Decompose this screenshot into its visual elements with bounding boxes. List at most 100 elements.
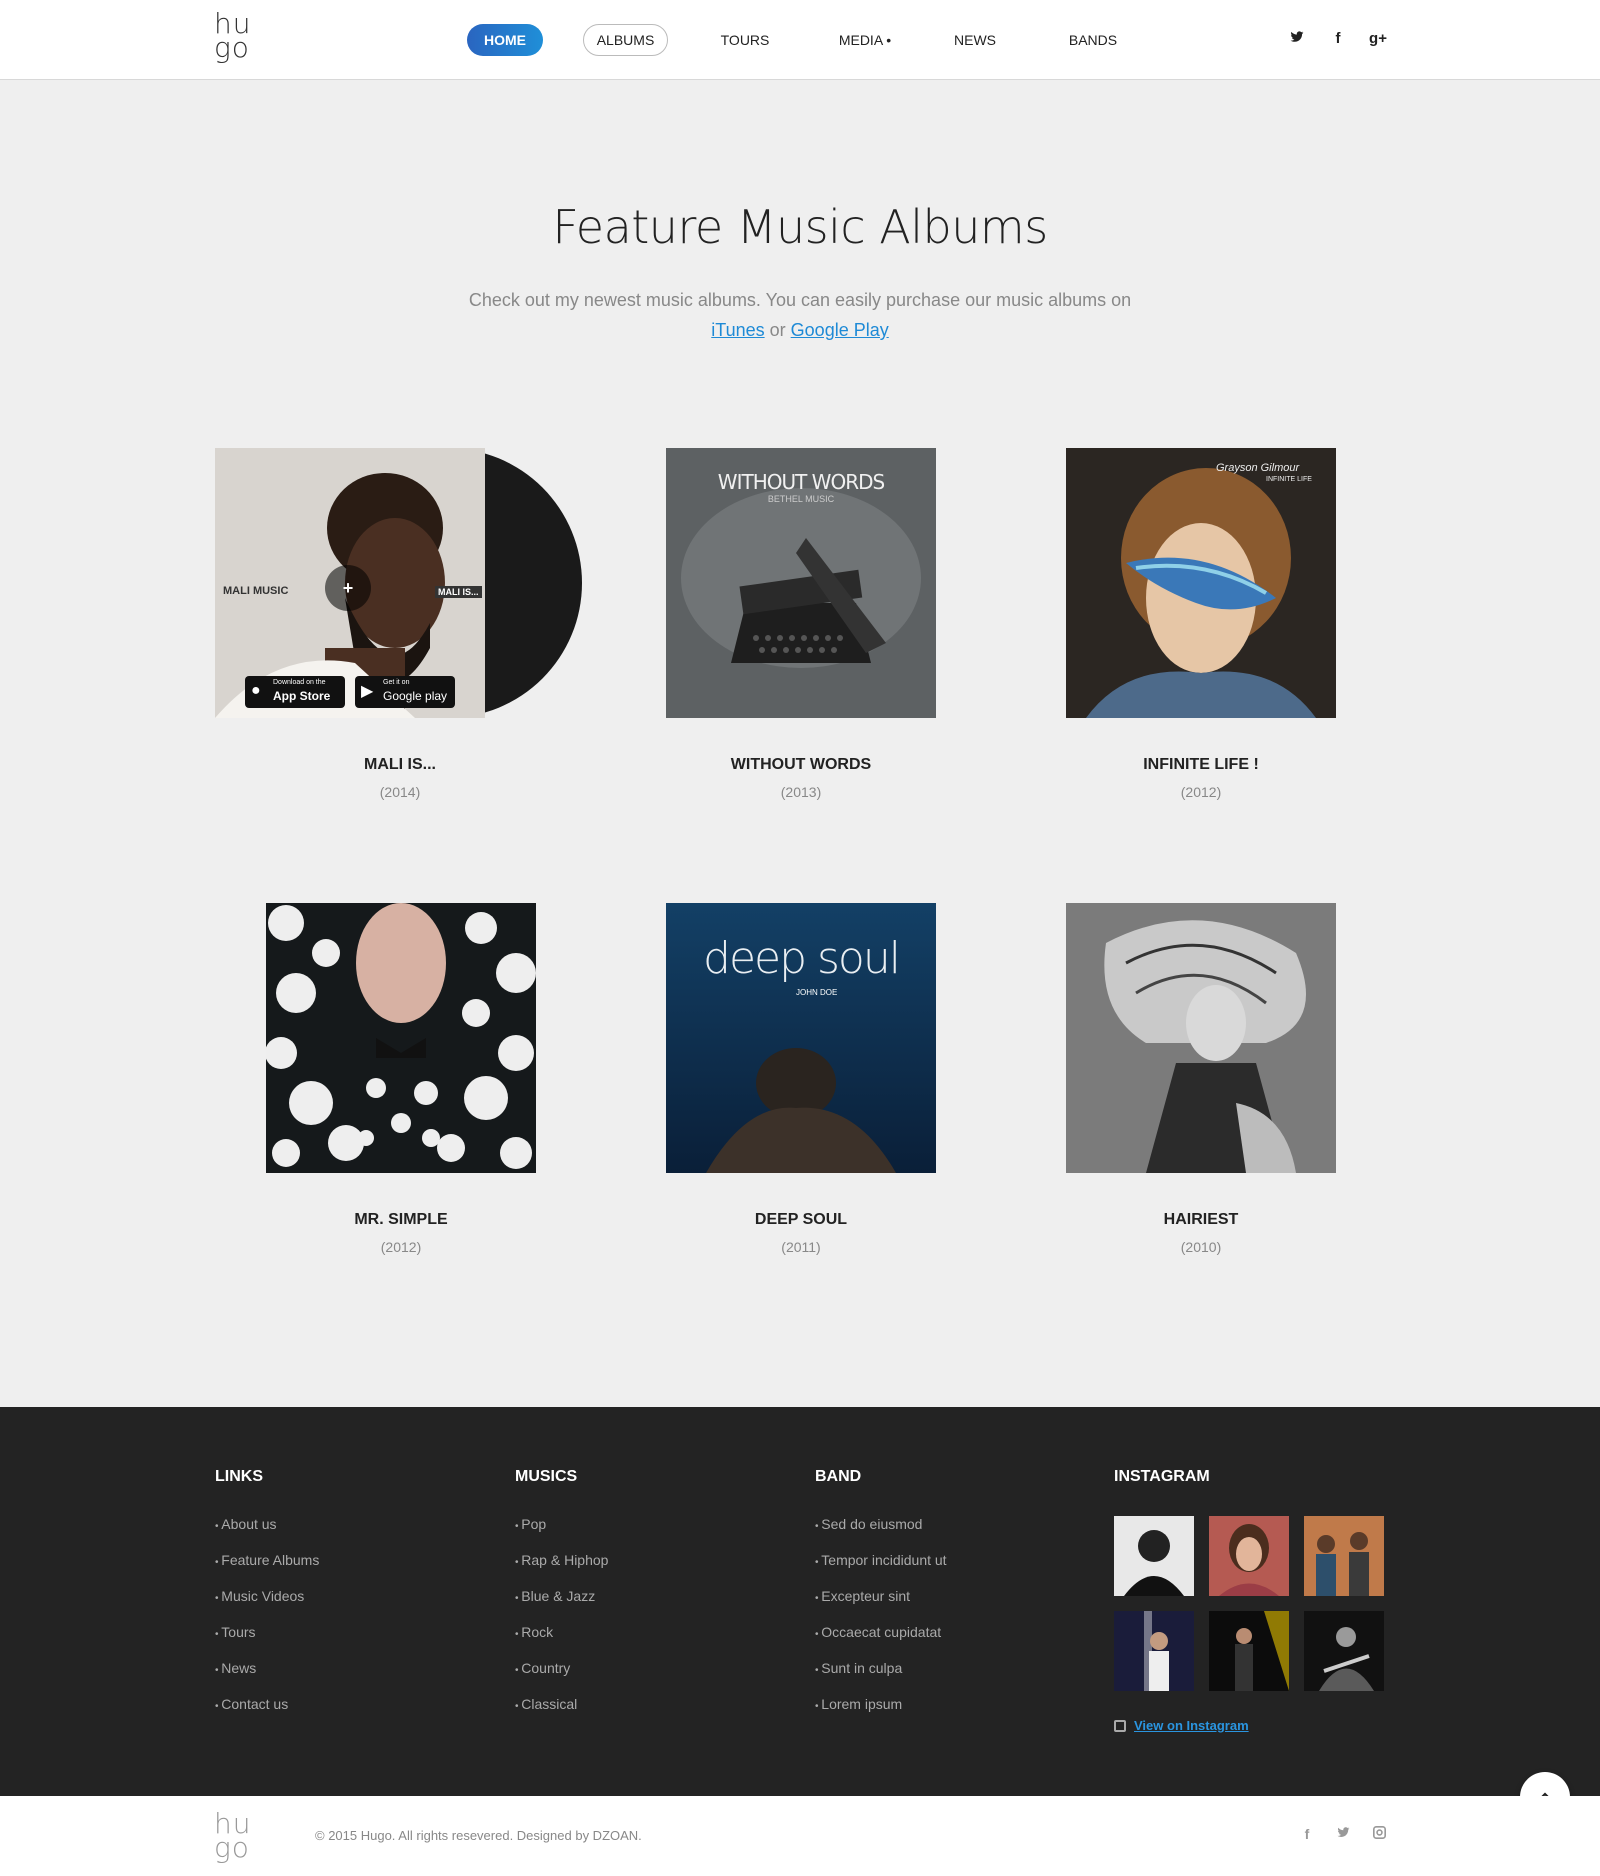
footer-heading-instagram: INSTAGRAM bbox=[1114, 1468, 1210, 1485]
page-subtitle: Check out my newest music albums. You ca… bbox=[0, 285, 1600, 345]
portrait-photo bbox=[1209, 1516, 1289, 1596]
guitarist-photo bbox=[1304, 1611, 1384, 1691]
album-title[interactable]: MR. SIMPLE bbox=[251, 1211, 551, 1229]
nav-albums[interactable]: ALBUMS bbox=[583, 24, 668, 56]
cover-text-infinite: INFINITE LIFE bbox=[1266, 476, 1312, 483]
cover-text-john-doe: JOHN DOE bbox=[796, 988, 838, 997]
play-icon: ▶ bbox=[361, 683, 374, 700]
cover-text-mali-is: MALI IS... bbox=[435, 586, 482, 598]
google-play-link[interactable]: Google Play bbox=[791, 320, 889, 340]
nav-media[interactable]: MEDIA • bbox=[830, 24, 900, 56]
nav-news[interactable]: NEWS bbox=[945, 24, 1005, 56]
footer-music-link[interactable]: Rap & Hiphop bbox=[515, 1548, 608, 1584]
footer-heading-musics: MUSICS bbox=[515, 1468, 578, 1485]
apple-icon: ● bbox=[251, 682, 261, 699]
cover-text-without-words: WITHOUT WORDS bbox=[717, 470, 885, 494]
cover-text-mali-music: MALI MUSIC bbox=[223, 585, 289, 597]
footer-heading-links: LINKS bbox=[215, 1468, 263, 1485]
footer-band-link[interactable]: Sunt in culpa bbox=[815, 1656, 947, 1692]
page-title: Feature Music Albums bbox=[552, 200, 1048, 254]
add-to-cart-icon[interactable]: + bbox=[325, 565, 371, 611]
google-plus-icon[interactable]: g+ bbox=[1368, 30, 1388, 50]
footer-band-link[interactable]: Lorem ipsum bbox=[815, 1692, 947, 1728]
footer-link[interactable]: Contact us bbox=[215, 1692, 319, 1728]
album-cover-infinite-life[interactable]: Grayson Gilmour INFINITE LIFE bbox=[1066, 448, 1336, 718]
album-cover-deep-soul[interactable]: deep soul JOHN DOE bbox=[666, 903, 936, 1173]
album-year: (2013) bbox=[780, 784, 822, 800]
bw-portrait bbox=[1066, 903, 1336, 1173]
footer-band-link[interactable]: Occaecat cupidatat bbox=[815, 1620, 947, 1656]
footer-music-link[interactable]: Classical bbox=[515, 1692, 608, 1728]
google-play-button[interactable]: ▶ Get it on Google play bbox=[355, 676, 455, 708]
site-header: hu go HOME ALBUMS TOURS MEDIA • NEWS BAN… bbox=[0, 0, 1600, 80]
nav-tours[interactable]: TOURS bbox=[715, 24, 775, 56]
footer-link[interactable]: Tours bbox=[215, 1620, 319, 1656]
instagram-icon bbox=[1114, 1720, 1126, 1732]
footer-link[interactable]: Music Videos bbox=[215, 1584, 319, 1620]
album-year: (2011) bbox=[781, 1239, 821, 1255]
album-title[interactable]: MALI IS... bbox=[250, 756, 550, 774]
album-cover-without-words[interactable]: WITHOUT WORDS BETHEL MUSIC bbox=[666, 448, 936, 718]
footer-band-list: Sed do eiusmod Tempor incididunt ut Exce… bbox=[815, 1512, 947, 1728]
app-store-button[interactable]: ● Download on the App Store bbox=[245, 676, 345, 708]
footer-link[interactable]: About us bbox=[215, 1512, 319, 1548]
group-photo bbox=[1304, 1516, 1384, 1596]
footer-links-list: About us Feature Albums Music Videos Tou… bbox=[215, 1512, 319, 1728]
instagram-thumb[interactable] bbox=[1209, 1611, 1289, 1691]
album-year: (2014) bbox=[379, 784, 421, 800]
painted-portrait bbox=[1066, 448, 1336, 718]
footer-link[interactable]: Feature Albums bbox=[215, 1548, 319, 1584]
footer-music-link[interactable]: Country bbox=[515, 1656, 608, 1692]
footer-musics-list: Pop Rap & Hiphop Blue & Jazz Rock Countr… bbox=[515, 1512, 608, 1728]
album-year: (2012) bbox=[1180, 784, 1222, 800]
album-cover-mr-simple[interactable] bbox=[266, 903, 536, 1173]
instagram-thumb[interactable] bbox=[1114, 1516, 1194, 1596]
cover-text-grayson: Grayson Gilmour bbox=[1216, 462, 1300, 474]
google-play-small: Get it on bbox=[383, 679, 410, 686]
album-title[interactable]: WITHOUT WORDS bbox=[651, 756, 951, 774]
album-cover-hairiest[interactable] bbox=[1066, 903, 1336, 1173]
footer-music-link[interactable]: Rock bbox=[515, 1620, 608, 1656]
polka-dot-portrait bbox=[266, 903, 536, 1173]
instagram-thumb[interactable] bbox=[1304, 1516, 1384, 1596]
facebook-icon[interactable]: f bbox=[1297, 1826, 1317, 1846]
instagram-thumb[interactable] bbox=[1209, 1516, 1289, 1596]
view-on-instagram-link[interactable]: View on Instagram bbox=[1134, 1718, 1249, 1733]
cover-text-deep-soul: deep soul bbox=[703, 933, 901, 984]
google-play-label: Google play bbox=[383, 689, 448, 703]
instagram-thumb[interactable] bbox=[1304, 1611, 1384, 1691]
twitter-icon[interactable] bbox=[1333, 1826, 1353, 1846]
footer-logo[interactable]: hu go bbox=[214, 1810, 260, 1864]
footer-heading-band: BAND bbox=[815, 1468, 862, 1485]
instagram-icon[interactable] bbox=[1369, 1826, 1389, 1846]
footer-music-link[interactable]: Pop bbox=[515, 1512, 608, 1548]
facebook-icon[interactable]: f bbox=[1328, 30, 1348, 50]
cover-text-bethel: BETHEL MUSIC bbox=[767, 494, 835, 504]
album-title[interactable]: DEEP SOUL bbox=[651, 1211, 951, 1229]
footer-band-link[interactable]: Sed do eiusmod bbox=[815, 1512, 947, 1548]
dj-photo bbox=[1114, 1516, 1194, 1596]
nav-bands[interactable]: BANDS bbox=[1063, 24, 1123, 56]
album-year: (2012) bbox=[380, 1239, 422, 1255]
app-store-small: Download on the bbox=[273, 679, 326, 686]
footer-music-link[interactable]: Blue & Jazz bbox=[515, 1584, 608, 1620]
or-text: or bbox=[769, 320, 786, 340]
twitter-icon[interactable] bbox=[1287, 30, 1307, 50]
footer-band-link[interactable]: Tempor incididunt ut bbox=[815, 1548, 946, 1584]
nav-home[interactable]: HOME bbox=[467, 24, 543, 56]
instagram-thumb[interactable] bbox=[1114, 1611, 1194, 1691]
itunes-link[interactable]: iTunes bbox=[711, 320, 764, 340]
copyright-text: © 2015 Hugo. All rights resevered. Desig… bbox=[315, 1828, 642, 1843]
footer-band-link[interactable]: Excepteur sint bbox=[815, 1584, 947, 1620]
footer-link[interactable]: News bbox=[215, 1656, 319, 1692]
concert-photo bbox=[1114, 1611, 1194, 1691]
album-title[interactable]: HAIRIEST bbox=[1051, 1211, 1351, 1229]
singer-photo bbox=[1209, 1611, 1289, 1691]
album-title[interactable]: INFINITE LIFE ! bbox=[1051, 756, 1351, 774]
app-store-label: App Store bbox=[273, 689, 331, 703]
album-year: (2010) bbox=[1180, 1239, 1222, 1255]
main-nav: HOME ALBUMS TOURS MEDIA • NEWS BANDS bbox=[0, 24, 1600, 56]
logo-line-2: go bbox=[214, 1831, 250, 1864]
album-cover-mali-is[interactable]: MALI MUSIC MALI IS... + ● Download on th… bbox=[215, 448, 485, 718]
subtitle-text: Check out my newest music albums. You ca… bbox=[468, 290, 1132, 310]
